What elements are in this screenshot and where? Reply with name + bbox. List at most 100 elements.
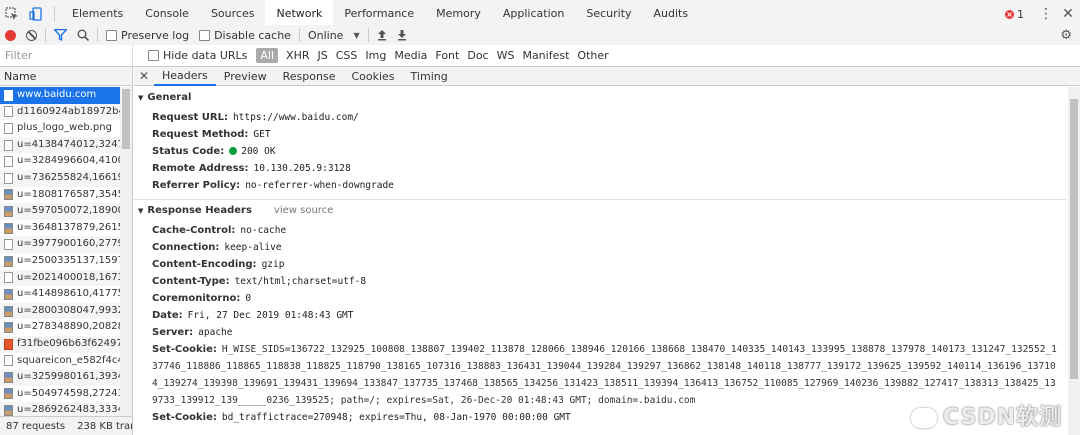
checkbox-box[interactable] <box>199 29 211 41</box>
tab-timing[interactable]: Timing <box>403 67 456 86</box>
import-har-button[interactable] <box>372 25 392 45</box>
request-name: u=504974598,27243663 <box>17 387 120 399</box>
filter-input[interactable]: Filter <box>0 44 133 67</box>
tab-performance[interactable]: Performance <box>333 0 425 28</box>
tab-preview[interactable]: Preview <box>216 67 275 86</box>
type-filter-js[interactable]: JS <box>314 49 332 62</box>
file-icon <box>4 272 13 284</box>
request-row[interactable]: www.baidu.com <box>0 87 120 104</box>
request-row[interactable]: u=2500335137,1597921 <box>0 253 120 270</box>
request-row[interactable]: d1160924ab18972b415a <box>0 103 120 121</box>
type-filter-css[interactable]: CSS <box>332 49 362 62</box>
request-row[interactable]: squareicon_e582f4c48e9 <box>0 353 120 370</box>
name-column-header[interactable]: Name <box>0 67 132 86</box>
image-file-icon <box>4 205 13 217</box>
image-file-icon <box>4 189 13 201</box>
request-name: u=2500335137,1597921 <box>17 254 120 266</box>
request-row[interactable]: u=1808176587,3545596 <box>0 187 120 204</box>
file-icon <box>4 139 13 151</box>
divider <box>298 28 300 42</box>
error-badge[interactable]: × 1 <box>1005 8 1024 21</box>
request-name: plus_logo_web.png <box>17 122 112 134</box>
tab-application[interactable]: Application <box>492 0 575 28</box>
request-row[interactable]: u=3648137879,2615339 <box>0 220 120 237</box>
request-name: www.baidu.com <box>17 89 97 100</box>
request-row[interactable]: u=3977900160,2779072 <box>0 236 120 253</box>
request-row[interactable]: u=504974598,27243663 <box>0 386 120 403</box>
file-icon <box>4 355 13 367</box>
type-filter-media[interactable]: Media <box>390 49 431 62</box>
filter-toggle-button[interactable] <box>49 25 72 45</box>
more-options-icon[interactable]: ⋮ <box>1036 6 1056 22</box>
header-value: keep-alive <box>224 242 282 253</box>
response-header-row: Coremonitorno: 0 <box>134 290 1066 307</box>
request-row[interactable]: u=414898610,41775682 <box>0 286 120 303</box>
tab-sources[interactable]: Sources <box>200 0 266 28</box>
hide-data-urls-checkbox[interactable]: Hide data URLs <box>143 46 252 66</box>
request-name: u=597050072,18900222 <box>17 205 120 217</box>
tab-security[interactable]: Security <box>575 0 642 28</box>
inspect-element-icon[interactable] <box>0 0 24 28</box>
request-row[interactable]: u=2021400018,1673961 <box>0 269 120 287</box>
type-filter-other[interactable]: Other <box>573 49 612 62</box>
request-list: www.baidu.com d1160924ab18972b415a plus_lo… <box>0 87 120 419</box>
watermark: CSDN软测 <box>910 399 1062 431</box>
clear-button[interactable] <box>21 25 42 45</box>
request-row[interactable]: u=4138474012,3247524 <box>0 136 120 154</box>
request-row[interactable]: u=597050072,18900222 <box>0 203 120 220</box>
tab-response[interactable]: Response <box>275 67 344 86</box>
disable-cache-checkbox[interactable]: Disable cache <box>194 25 296 45</box>
search-button[interactable] <box>72 25 94 45</box>
type-filter-doc[interactable]: Doc <box>463 49 492 62</box>
header-key: Coremonitorno: <box>152 293 241 304</box>
tab-memory[interactable]: Memory <box>425 0 492 28</box>
header-key: Remote Address: <box>152 163 249 174</box>
header-key: Date: <box>152 310 183 321</box>
detail-scrollbar[interactable] <box>1068 87 1080 435</box>
request-row[interactable]: u=2800308047,9932845 <box>0 302 120 320</box>
request-name: d1160924ab18972b415a <box>17 105 120 117</box>
request-row[interactable]: u=736255824,16619377 <box>0 169 120 187</box>
scrollbar-thumb[interactable] <box>1070 99 1078 379</box>
type-filter-img[interactable]: Img <box>361 49 390 62</box>
response-headers-toggle[interactable]: ▼ Response Headers view source <box>134 200 1066 222</box>
preserve-log-label: Preserve log <box>121 28 190 42</box>
tab-elements[interactable]: Elements <box>61 0 134 28</box>
type-filter-ws[interactable]: WS <box>493 49 519 62</box>
close-devtools-icon[interactable]: ✕ <box>1056 6 1080 22</box>
tab-audits[interactable]: Audits <box>643 0 700 28</box>
type-filter-font[interactable]: Font <box>431 49 463 62</box>
view-source-link[interactable]: view source <box>274 200 333 222</box>
tab-network[interactable]: Network <box>265 0 334 28</box>
preserve-log-checkbox[interactable]: Preserve log <box>101 25 194 45</box>
type-filter-all[interactable]: All <box>256 48 279 63</box>
device-toolbar-icon[interactable] <box>24 0 48 28</box>
request-row[interactable]: u=3259980161,3934024 <box>0 369 120 386</box>
status-ok-icon <box>229 147 238 155</box>
close-detail-icon[interactable]: ✕ <box>134 69 154 83</box>
request-row[interactable]: plus_logo_web.png <box>0 120 120 137</box>
settings-gear-icon[interactable]: ⚙ <box>1060 28 1072 43</box>
request-row[interactable]: f31fbe096b63f62497ae3 <box>0 335 120 353</box>
response-header-row: Date: Fri, 27 Dec 2019 01:48:43 GMT <box>134 307 1066 324</box>
tab-headers[interactable]: Headers <box>154 67 216 86</box>
general-row: Remote Address: 10.130.205.9:3128 <box>134 160 1066 177</box>
download-icon <box>397 30 406 41</box>
general-section-toggle[interactable]: ▼ General <box>134 87 1066 109</box>
general-row: Request URL: https://www.baidu.com/ <box>134 109 1066 126</box>
request-list-scrollbar[interactable] <box>120 87 132 417</box>
request-name: u=278348890,20828883 <box>17 321 120 333</box>
type-filter-xhr[interactable]: XHR <box>282 49 313 62</box>
scrollbar-thumb[interactable] <box>122 89 130 149</box>
header-value: Fri, 27 Dec 2019 01:48:43 GMT <box>187 310 354 321</box>
tab-cookies[interactable]: Cookies <box>343 67 402 86</box>
type-filter-manifest[interactable]: Manifest <box>518 49 573 62</box>
throttling-select[interactable]: Online ▼ <box>303 25 365 45</box>
checkbox-box[interactable] <box>106 29 117 41</box>
checkbox-box[interactable] <box>148 50 159 61</box>
export-har-button[interactable] <box>392 25 412 45</box>
request-row[interactable]: u=3284996604,4100535 <box>0 153 120 170</box>
request-row[interactable]: u=278348890,20828883 <box>0 319 120 336</box>
record-button[interactable] <box>0 25 21 45</box>
tab-console[interactable]: Console <box>134 0 200 28</box>
